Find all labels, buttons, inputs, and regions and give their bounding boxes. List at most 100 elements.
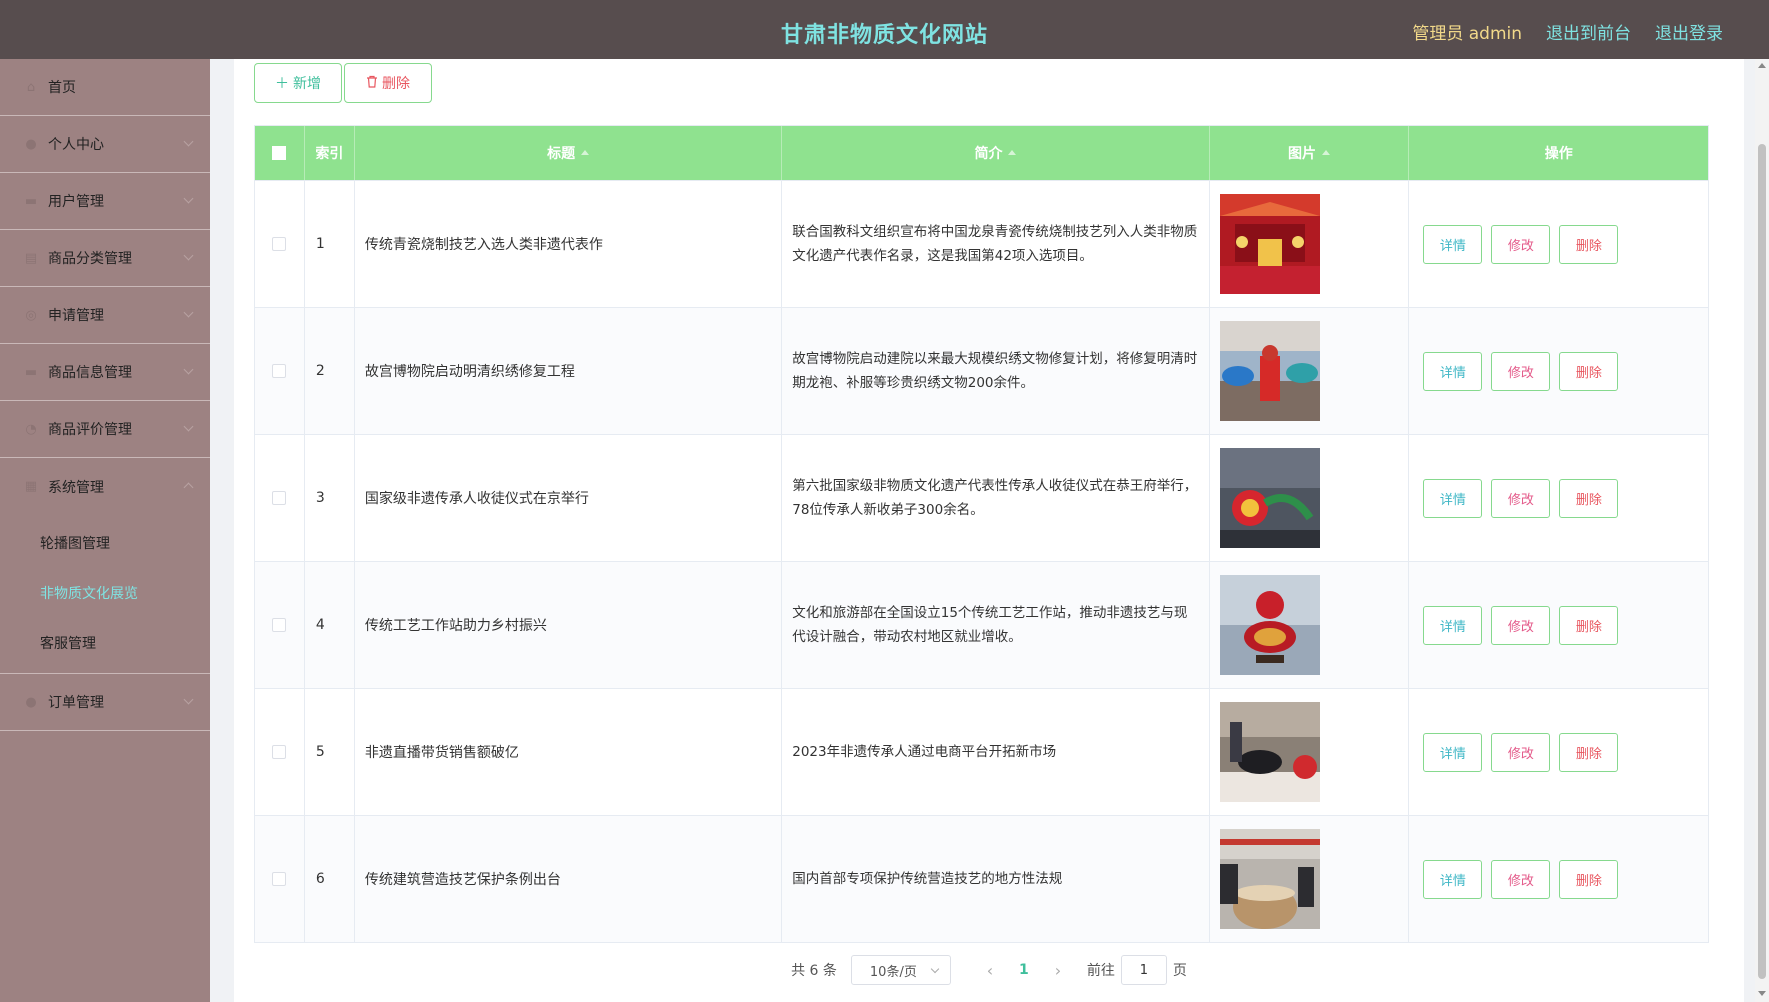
scrollbar-thumb[interactable] (1758, 144, 1766, 979)
edit-button[interactable]: 修改 (1491, 351, 1551, 391)
row-title: 传统工艺工作站助力乡村振兴 (355, 562, 783, 688)
row-image[interactable] (1219, 829, 1320, 929)
detail-button[interactable]: 详情 (1423, 478, 1483, 518)
system-submenu: 轮播图管理 非物质文化展览 客服管理 (0, 515, 210, 674)
sidebar-item-label: 系统管理 (48, 479, 104, 496)
order-icon: ● (25, 694, 37, 710)
column-header-actions: 操作 (1544, 146, 1573, 162)
back-to-front-link[interactable]: 退出到前台 (1546, 19, 1631, 44)
sort-icon (581, 149, 590, 155)
sidebar-item-label: 用户管理 (48, 194, 104, 210)
row-index: 3 (305, 435, 355, 561)
column-header-title[interactable]: 标题 (355, 126, 783, 180)
pagination: 共 6 条 10条/页 ‹ 1 › 前往 页 (234, 955, 1744, 985)
table-row: 3 国家级非遗传承人收徒仪式在京举行 第六批国家级非物质文化遗产代表性传承人收徒… (255, 434, 1708, 561)
row-title: 非遗直播带货销售额破亿 (355, 689, 783, 815)
row-title: 传统建筑营造技艺保护条例出台 (355, 816, 783, 942)
scroll-up-arrow-icon[interactable] (1758, 63, 1766, 68)
logout-link[interactable]: 退出登录 (1655, 19, 1723, 44)
sidebar-subitem-heritage-exhibition[interactable]: 非物质文化展览 (0, 569, 210, 619)
goto-page-input[interactable] (1120, 955, 1167, 985)
table-row: 5 非遗直播带货销售额破亿 2023年非遗传承人通过电商平台开拓新市场 详情 修… (255, 688, 1708, 815)
sidebar-item-system[interactable]: ▦ 系统管理 (0, 458, 210, 515)
sidebar-item-label: 商品信息管理 (48, 365, 132, 381)
row-summary: 国内首部专项保护传统营造技艺的地方性法规 (782, 816, 1210, 942)
edit-button[interactable]: 修改 (1491, 605, 1551, 645)
next-page-button[interactable]: › (1041, 961, 1075, 980)
select-all-checkbox[interactable] (272, 146, 287, 160)
sidebar-item-home[interactable]: ⌂ 首页 (0, 59, 210, 116)
detail-button[interactable]: 详情 (1423, 605, 1483, 645)
column-title-label: 标题 (547, 146, 576, 162)
page-number-current[interactable]: 1 (1007, 962, 1041, 978)
vertical-scrollbar[interactable] (1755, 59, 1769, 1002)
chevron-down-icon (183, 421, 194, 432)
main-content: ＋ 新增 删除 索引 标题 简介 图片 操作 1 传统青瓷烧制技艺入选人类非遗代… (234, 59, 1744, 1002)
scroll-down-arrow-icon[interactable] (1758, 991, 1766, 996)
row-checkbox[interactable] (272, 491, 287, 505)
detail-button[interactable]: 详情 (1423, 859, 1483, 899)
row-checkbox[interactable] (272, 237, 287, 251)
chevron-down-icon (183, 364, 194, 375)
detail-button[interactable]: 详情 (1423, 732, 1483, 772)
sort-icon (1322, 149, 1331, 155)
edit-button[interactable]: 修改 (1491, 224, 1551, 264)
sidebar-item-apply[interactable]: ◎ 申请管理 (0, 287, 210, 344)
row-delete-button[interactable]: 删除 (1559, 859, 1619, 899)
sidebar-item-review[interactable]: ◔ 商品评价管理 (0, 401, 210, 458)
row-delete-button[interactable]: 删除 (1559, 605, 1619, 645)
row-delete-button[interactable]: 删除 (1559, 351, 1619, 391)
row-checkbox[interactable] (272, 872, 287, 886)
sidebar-item-label: 首页 (48, 80, 76, 96)
sort-icon (1008, 149, 1017, 155)
sidebar-item-label: 订单管理 (48, 695, 104, 711)
chevron-down-icon (183, 250, 194, 261)
sidebar-item-profile[interactable]: ● 个人中心 (0, 116, 210, 173)
row-image[interactable] (1219, 448, 1320, 548)
batch-delete-button[interactable]: 删除 (344, 63, 432, 103)
column-header-summary[interactable]: 简介 (782, 126, 1210, 180)
row-delete-button[interactable]: 删除 (1559, 478, 1619, 518)
trash-icon (366, 75, 378, 92)
row-index: 5 (305, 689, 355, 815)
page-size-value: 10条/页 (869, 964, 917, 980)
sidebar-subitem-carousel[interactable]: 轮播图管理 (0, 519, 210, 569)
row-image[interactable] (1219, 321, 1320, 421)
goods-icon: ▬ (24, 364, 38, 380)
sidebar-item-users[interactable]: ▬ 用户管理 (0, 173, 210, 230)
table-row: 2 故宫博物院启动明清织绣修复工程 故宫博物院启动建院以来最大规模织绣文物修复计… (255, 307, 1708, 434)
sidebar-item-orders[interactable]: ● 订单管理 (0, 674, 210, 731)
delete-button-label: 删除 (382, 76, 410, 92)
review-icon: ◔ (25, 421, 37, 437)
page-size-select[interactable]: 10条/页 (850, 955, 951, 985)
add-button[interactable]: ＋ 新增 (254, 63, 342, 103)
row-checkbox[interactable] (272, 364, 287, 378)
apply-icon: ◎ (25, 307, 37, 323)
edit-button[interactable]: 修改 (1491, 732, 1551, 772)
row-image[interactable] (1219, 702, 1320, 802)
detail-button[interactable]: 详情 (1423, 351, 1483, 391)
row-delete-button[interactable]: 删除 (1559, 732, 1619, 772)
column-header-index: 索引 (305, 126, 355, 180)
column-header-image[interactable]: 图片 (1210, 126, 1410, 180)
edit-button[interactable]: 修改 (1491, 859, 1551, 899)
chevron-down-icon (183, 136, 194, 147)
detail-button[interactable]: 详情 (1423, 224, 1483, 264)
sidebar-subitem-customer-service[interactable]: 客服管理 (0, 619, 210, 669)
header-actions: 管理员 admin 退出到前台 退出登录 (1412, 19, 1723, 44)
row-checkbox[interactable] (272, 745, 287, 759)
column-image-label: 图片 (1288, 146, 1317, 162)
prev-page-button[interactable]: ‹ (973, 961, 1007, 980)
row-title: 故宫博物院启动明清织绣修复工程 (355, 308, 783, 434)
row-image[interactable] (1219, 575, 1320, 675)
sidebar-item-goods[interactable]: ▬ 商品信息管理 (0, 344, 210, 401)
row-checkbox[interactable] (272, 618, 287, 632)
edit-button[interactable]: 修改 (1491, 478, 1551, 518)
row-image[interactable] (1219, 194, 1320, 294)
row-summary: 故宫博物院启动建院以来最大规模织绣文物修复计划，将修复明清时期龙袍、补服等珍贵织… (782, 308, 1210, 434)
row-delete-button[interactable]: 删除 (1559, 224, 1619, 264)
table-header: 索引 标题 简介 图片 操作 (255, 126, 1708, 180)
total-count: 共 6 条 (791, 963, 837, 979)
system-icon: ▦ (24, 479, 38, 494)
sidebar-item-category[interactable]: ▤ 商品分类管理 (0, 230, 210, 287)
